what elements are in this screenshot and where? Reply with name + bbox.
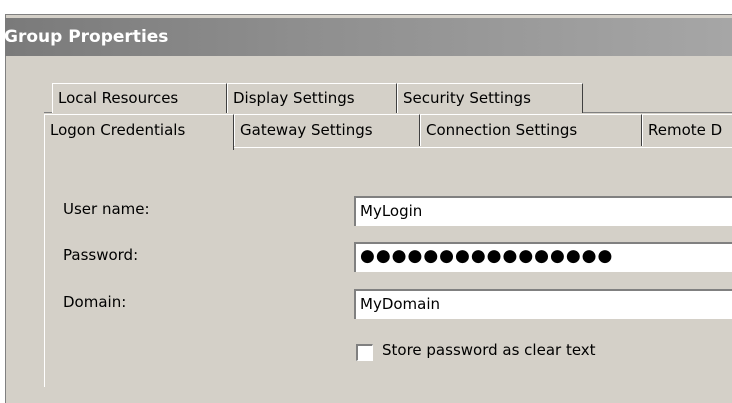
tab-display-settings[interactable]: Display Settings	[227, 83, 397, 113]
title-bar: Group Properties	[4, 18, 732, 56]
username-label: User name:	[63, 200, 150, 218]
store-password-label[interactable]: Store password as clear text	[382, 341, 596, 359]
username-input[interactable]: MyLogin	[354, 196, 732, 226]
domain-input[interactable]: MyDomain	[354, 289, 732, 319]
tab-gateway-settings[interactable]: Gateway Settings	[234, 114, 420, 146]
tab-panel-left-edge	[44, 147, 45, 387]
top-strip	[0, 0, 732, 14]
tab-local-resources[interactable]: Local Resources	[52, 83, 227, 113]
domain-label: Domain:	[63, 293, 127, 311]
tab-remote-desktop[interactable]: Remote D	[642, 114, 732, 146]
password-label: Password:	[63, 246, 139, 264]
tab-connection-settings[interactable]: Connection Settings	[420, 114, 642, 146]
password-input[interactable]: ●●●●●●●●●●●●●●●●	[354, 242, 732, 272]
window-title: Group Properties	[4, 27, 169, 47]
store-password-checkbox[interactable]	[356, 344, 373, 361]
tab-security-settings[interactable]: Security Settings	[397, 83, 583, 113]
tab-logon-credentials[interactable]: Logon Credentials	[44, 114, 234, 150]
